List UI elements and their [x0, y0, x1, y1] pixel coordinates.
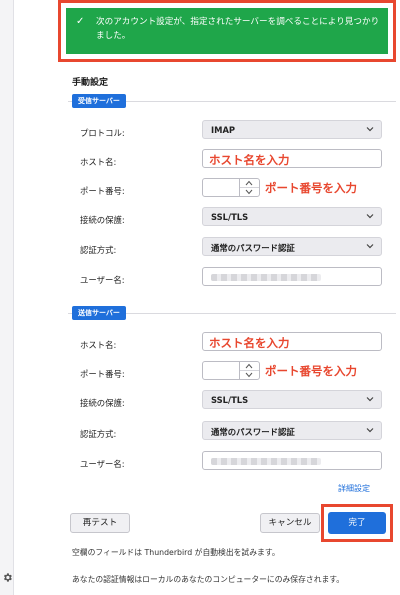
incoming-protocol-select[interactable]: IMAP — [202, 120, 382, 139]
outgoing-username-input[interactable] — [202, 451, 382, 470]
incoming-server-legend: 受信サーバー — [72, 94, 126, 108]
incoming-host-input[interactable]: ホスト名を入力 — [202, 149, 382, 168]
incoming-security-label: 接続の保護: — [80, 215, 125, 225]
incoming-host-label: ホスト名: — [80, 157, 117, 167]
incoming-security-value: SSL/TLS — [211, 212, 249, 222]
port-increment-button[interactable] — [240, 362, 259, 371]
banner-message: 次のアカウント設定が、指定されたサーバーを調べることにより見つかりました。 — [96, 17, 380, 41]
incoming-port-stepper[interactable] — [202, 178, 260, 197]
gear-icon[interactable] — [2, 572, 13, 583]
retest-button[interactable]: 再テスト — [70, 513, 130, 533]
redacted-username — [211, 274, 321, 281]
outgoing-host-annotation: ホスト名を入力 — [209, 336, 290, 350]
port-spin-buttons — [239, 179, 259, 196]
advanced-config-link[interactable]: 詳細設定 — [338, 483, 370, 494]
incoming-auth-select[interactable]: 通常のパスワード認証 — [202, 237, 382, 256]
port-decrement-button[interactable] — [240, 188, 259, 197]
chevron-down-icon — [366, 127, 374, 132]
chevron-up-icon — [245, 363, 253, 369]
outgoing-host-input[interactable]: ホスト名を入力 — [202, 332, 382, 351]
outgoing-auth-label: 認証方式: — [80, 429, 117, 439]
redacted-username — [211, 458, 321, 465]
chevron-down-icon — [366, 244, 374, 249]
incoming-protocol-value: IMAP — [211, 125, 236, 135]
incoming-auth-value: 通常のパスワード認証 — [211, 243, 295, 253]
outgoing-port-stepper[interactable] — [202, 361, 260, 380]
outgoing-port-annotation: ポート番号を入力 — [265, 364, 357, 378]
incoming-security-select[interactable]: SSL/TLS — [202, 207, 382, 226]
incoming-host-annotation: ホスト名を入力 — [209, 153, 290, 167]
outgoing-auth-value: 通常のパスワード認証 — [211, 427, 295, 437]
port-spin-buttons — [239, 362, 259, 379]
chevron-down-icon — [245, 189, 253, 194]
port-increment-button[interactable] — [240, 179, 259, 188]
outgoing-server-legend: 送信サーバー — [72, 306, 126, 320]
manual-config-title: 手動設定 — [72, 78, 109, 88]
incoming-port-annotation: ポート番号を入力 — [265, 181, 357, 195]
incoming-auth-label: 認証方式: — [80, 245, 117, 255]
local-storage-note: あなたの認証情報はローカルのあなたのコンピューターにのみ保存されます。 — [72, 575, 345, 584]
outgoing-server-section: 送信サーバー — [68, 306, 396, 320]
chevron-down-icon — [366, 214, 374, 219]
success-banner: ✓ 次のアカウント設定が、指定されたサーバーを調べることにより見つかりました。 — [66, 8, 388, 54]
done-highlight-frame: 完了 — [321, 504, 393, 542]
left-sidebar — [0, 0, 14, 595]
outgoing-port-label: ポート番号: — [80, 369, 125, 379]
incoming-username-input[interactable] — [202, 267, 382, 286]
incoming-username-label: ユーザー名: — [80, 275, 125, 285]
check-icon: ✓ — [76, 16, 85, 27]
chevron-down-icon — [366, 428, 374, 433]
done-button[interactable]: 完了 — [328, 512, 386, 534]
port-decrement-button[interactable] — [240, 371, 259, 380]
outgoing-security-select[interactable]: SSL/TLS — [202, 390, 382, 409]
incoming-protocol-label: プロトコル: — [80, 128, 125, 138]
cancel-button[interactable]: キャンセル — [260, 513, 320, 533]
outgoing-security-label: 接続の保護: — [80, 398, 125, 408]
chevron-down-icon — [366, 397, 374, 402]
banner-highlight-frame: ✓ 次のアカウント設定が、指定されたサーバーを調べることにより見つかりました。 — [58, 0, 396, 62]
chevron-up-icon — [245, 180, 253, 186]
outgoing-host-label: ホスト名: — [80, 340, 117, 350]
chevron-down-icon — [245, 372, 253, 377]
outgoing-auth-select[interactable]: 通常のパスワード認証 — [202, 421, 382, 440]
incoming-server-section: 受信サーバー — [68, 94, 396, 108]
outgoing-username-label: ユーザー名: — [80, 459, 125, 469]
incoming-port-label: ポート番号: — [80, 186, 125, 196]
autodetect-note: 空欄のフィールドは Thunderbird が自動検出を試みます。 — [72, 548, 280, 557]
outgoing-security-value: SSL/TLS — [211, 395, 249, 405]
